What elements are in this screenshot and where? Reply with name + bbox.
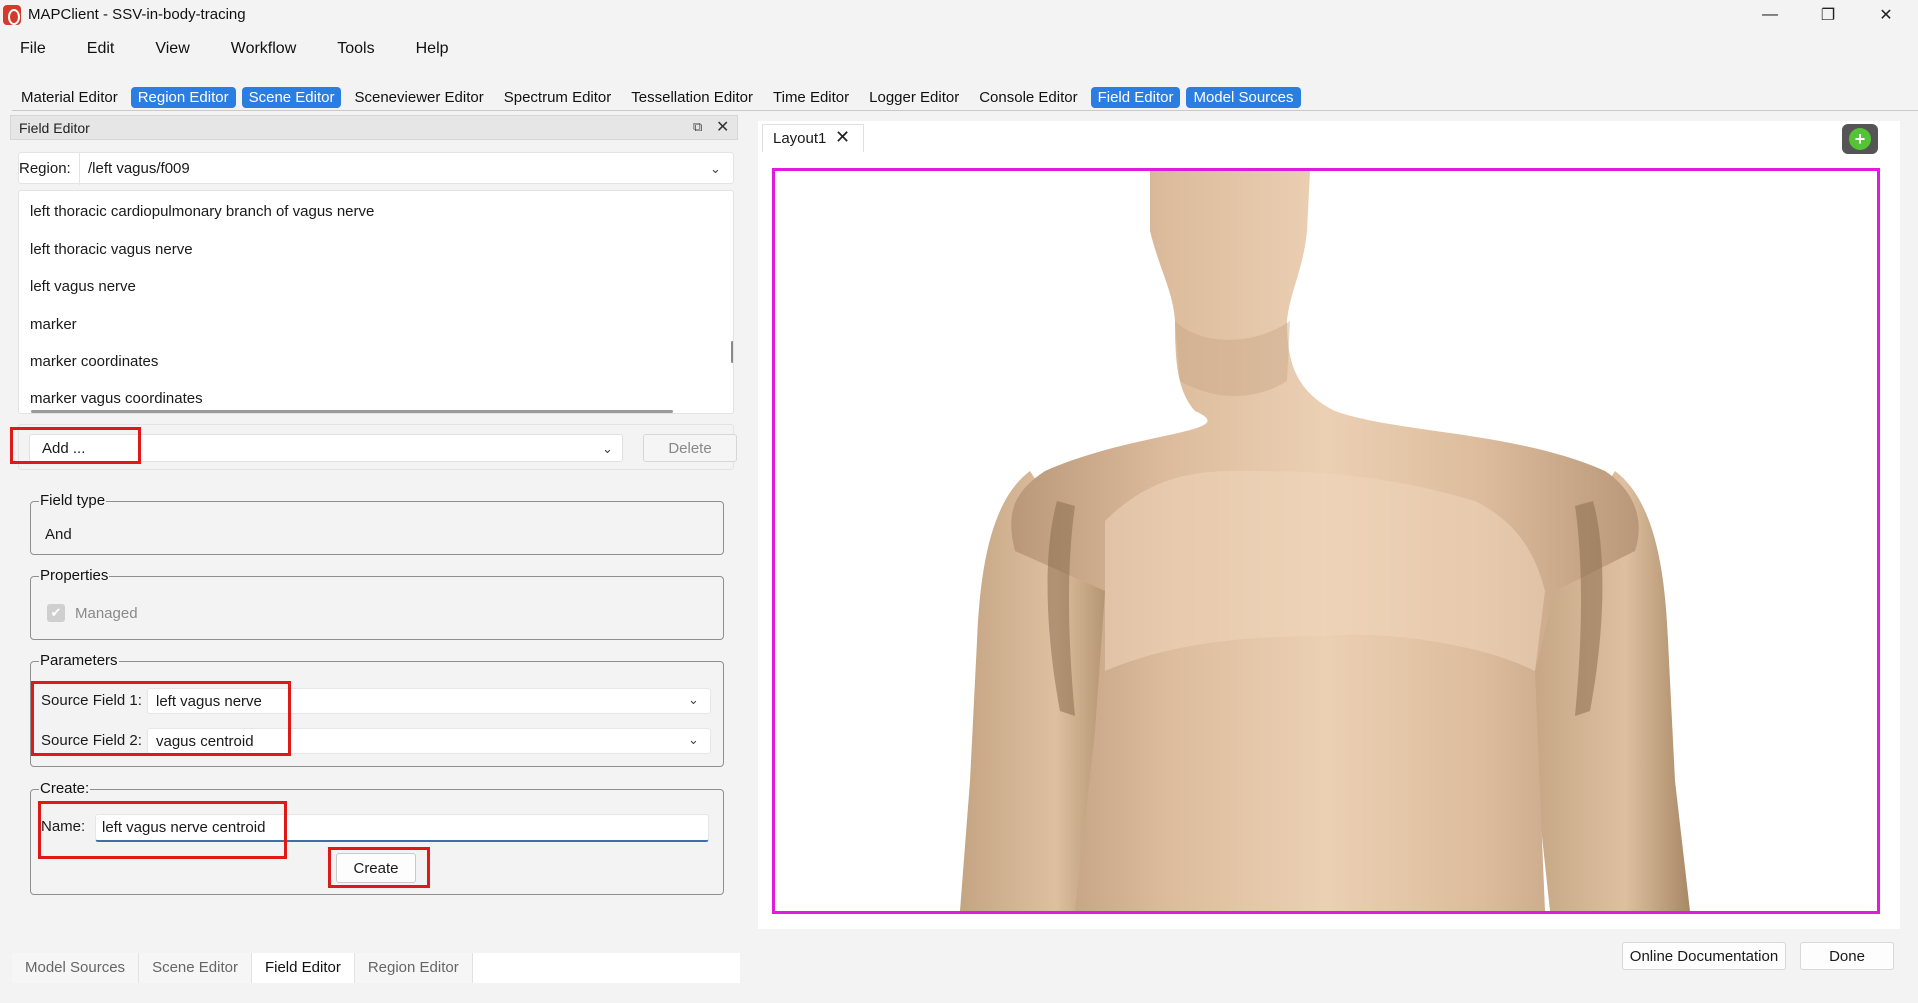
properties-title: Properties [39,567,110,584]
chevron-down-icon: ⌄ [710,161,721,176]
list-item[interactable]: marker vagus coordinates [30,390,203,407]
body-model-render [960,171,1690,911]
properties-group: Properties ✔ Managed [30,567,724,640]
list-item[interactable]: marker coordinates [30,353,158,370]
highlight-box [10,427,141,464]
online-documentation-button[interactable]: Online Documentation [1622,942,1786,970]
toolbar-divider [12,110,1918,111]
toolbar-field-editor[interactable]: Field Editor [1090,86,1181,108]
toolbar-sceneviewer-editor[interactable]: Sceneviewer Editor [347,87,490,108]
toolbar-tessellation-editor[interactable]: Tessellation Editor [624,87,760,108]
managed-checkbox[interactable]: ✔ [47,604,65,622]
menu-bar: File Edit View Workflow Tools Help [0,32,1918,66]
dock-title: Field Editor [19,120,90,136]
layout-tab-label: Layout1 [773,130,827,147]
close-tab-icon[interactable]: ✕ [835,127,850,148]
list-item[interactable]: left vagus nerve [30,278,136,295]
toolbar-time-editor[interactable]: Time Editor [766,87,856,108]
menu-workflow[interactable]: Workflow [231,32,297,66]
editor-toolbar: Material Editor Region Editor Scene Edit… [14,85,1307,109]
plus-circle-icon: + [1849,128,1871,150]
parameters-title: Parameters [39,652,119,669]
region-label: Region: [19,160,71,177]
toolbar-model-sources[interactable]: Model Sources [1186,86,1301,108]
float-dock-icon[interactable]: ⧉ [693,119,702,135]
minimize-icon[interactable]: — [1742,0,1798,30]
horizontal-scrollbar[interactable] [31,410,673,413]
toolbar-scene-editor[interactable]: Scene Editor [241,86,342,108]
managed-label: Managed [75,605,138,622]
menu-tools[interactable]: Tools [337,32,374,66]
done-button[interactable]: Done [1800,942,1894,970]
toolbar-console-editor[interactable]: Console Editor [972,87,1084,108]
list-item[interactable]: left thoracic vagus nerve [30,241,193,258]
field-type-group: Field type And [30,492,724,555]
field-type-title: Field type [39,492,107,509]
field-type-value: And [45,526,72,543]
region-value: /left vagus/f009 [88,160,190,177]
tab-scene-editor[interactable]: Scene Editor [139,953,252,983]
bottom-tab-bar: Model Sources Scene Editor Field Editor … [12,953,740,983]
field-list[interactable]: left thoracic cardiopulmonary branch of … [18,190,734,414]
close-icon[interactable]: ✕ [1858,0,1914,30]
add-layout-button[interactable]: + [1842,124,1878,154]
vertical-scrollbar[interactable] [731,341,733,363]
delete-button[interactable]: Delete [643,434,737,462]
chevron-down-icon: ⌄ [688,732,699,747]
window-title: MAPClient - SSV-in-body-tracing [28,6,246,23]
list-item[interactable]: left thoracic cardiopulmonary branch of … [30,203,374,220]
toolbar-material-editor[interactable]: Material Editor [14,87,125,108]
list-item[interactable]: marker [30,316,77,333]
menu-view[interactable]: View [155,32,189,66]
highlight-box [38,801,287,859]
toolbar-region-editor[interactable]: Region Editor [130,86,236,108]
restore-icon[interactable]: ❐ [1800,0,1856,30]
dock-header: Field Editor ⧉ ✕ [10,115,738,140]
toolbar-logger-editor[interactable]: Logger Editor [862,87,966,108]
highlight-box [31,681,291,756]
menu-file[interactable]: File [20,32,46,66]
3d-viewport[interactable] [772,168,1880,914]
create-title: Create: [39,780,91,797]
title-bar: MAPClient - SSV-in-body-tracing — ❐ ✕ [0,0,1918,30]
menu-edit[interactable]: Edit [87,32,115,66]
chevron-down-icon: ⌄ [602,441,613,456]
close-dock-icon[interactable]: ✕ [716,117,729,137]
toolbar-spectrum-editor[interactable]: Spectrum Editor [497,87,619,108]
app-logo-icon [3,5,21,25]
menu-help[interactable]: Help [416,32,449,66]
region-dropdown[interactable]: /left vagus/f009 ⌄ [79,153,735,185]
chevron-down-icon: ⌄ [688,692,699,707]
highlight-box [328,847,430,888]
tab-layout1[interactable]: Layout1 ✕ [762,124,864,152]
tab-field-editor[interactable]: Field Editor [251,953,355,983]
tab-model-sources[interactable]: Model Sources [12,953,140,983]
tab-region-editor[interactable]: Region Editor [354,953,473,983]
region-selector: Region: /left vagus/f009 ⌄ [18,152,735,185]
